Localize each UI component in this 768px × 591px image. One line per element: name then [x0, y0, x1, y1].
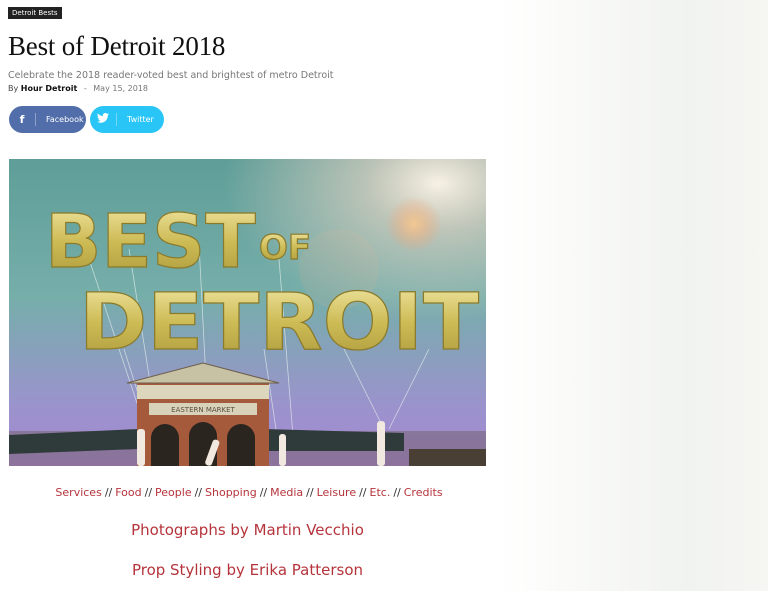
- twitter-label: Twitter: [127, 115, 154, 124]
- styling-credit: Prop Styling by Erika Patterson: [131, 561, 364, 579]
- publish-date: May 15, 2018: [93, 84, 148, 93]
- section-link-credits[interactable]: Credits: [404, 486, 443, 499]
- author-link[interactable]: Hour Detroit: [21, 84, 78, 93]
- right-sidebar-blank: [498, 0, 768, 591]
- balloon-best: BEST: [45, 199, 256, 285]
- section-link-services[interactable]: Services: [55, 486, 101, 499]
- category-tag[interactable]: Detroit Bests: [8, 7, 62, 19]
- facebook-share-button[interactable]: f Facebook: [9, 106, 86, 133]
- section-link-food[interactable]: Food: [115, 486, 141, 499]
- section-link-leisure[interactable]: Leisure: [317, 486, 357, 499]
- balloon-of: OF: [259, 228, 311, 268]
- facebook-label: Facebook: [46, 115, 84, 124]
- article-subtitle: Celebrate the 2018 reader-voted best and…: [8, 70, 334, 81]
- market-sign: EASTERN MARKET: [171, 406, 235, 414]
- section-links: Services//Food//People//Shopping//Media /…: [55, 486, 443, 499]
- section-link-people[interactable]: People: [155, 486, 192, 499]
- hero-image: BEST OF DETROIT EASTERN MARKET: [9, 159, 486, 466]
- twitter-bird-icon: [90, 113, 117, 126]
- twitter-share-button[interactable]: Twitter: [90, 106, 164, 133]
- section-link-etc[interactable]: Etc.: [370, 486, 391, 499]
- section-link-shopping[interactable]: Shopping: [205, 486, 257, 499]
- page-title: Best of Detroit 2018: [8, 31, 226, 61]
- balloon-detroit: DETROIT: [79, 278, 479, 368]
- article-meta: By Hour Detroit - May 15, 2018: [8, 84, 148, 93]
- section-link-media[interactable]: Media: [270, 486, 303, 499]
- facebook-icon: f: [9, 113, 36, 126]
- by-label: By: [8, 84, 19, 93]
- photo-credit: Photographs by Martin Vecchio: [131, 521, 364, 539]
- meta-separator: -: [83, 84, 87, 93]
